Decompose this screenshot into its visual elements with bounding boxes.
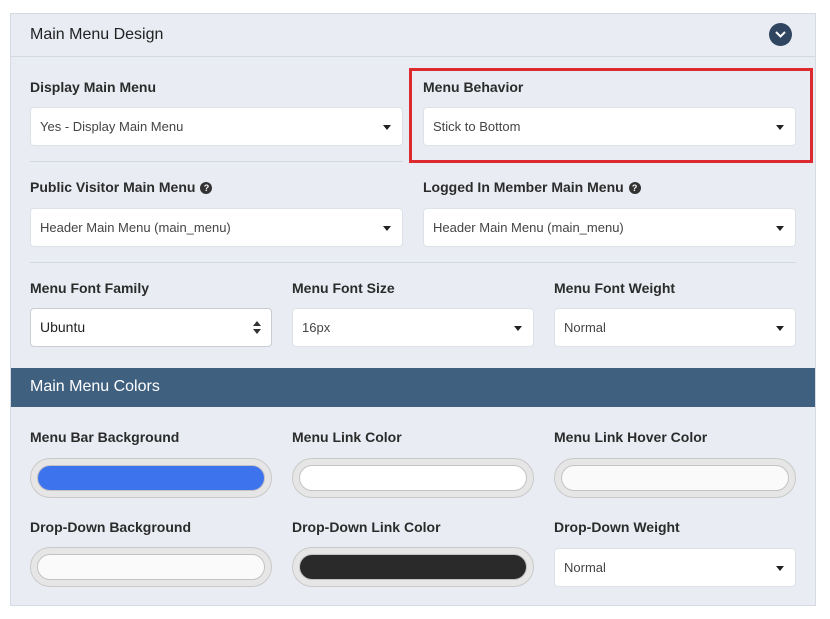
logged-in-member-menu-select[interactable]: Header Main Menu (main_menu): [423, 208, 796, 247]
caret-down-icon: [776, 566, 784, 571]
main-menu-design-panel: Main Menu Design Display Main Menu Yes -…: [10, 13, 816, 606]
display-main-menu-value: Yes - Display Main Menu: [40, 119, 184, 134]
menu-font-weight-value: Normal: [564, 320, 606, 335]
menu-font-size-select[interactable]: 16px: [292, 308, 534, 347]
divider: [30, 161, 403, 162]
menu-bar-background-swatch: [37, 465, 265, 491]
menu-font-size-label: Menu Font Size: [292, 280, 395, 296]
dropdown-link-color-swatch: [299, 554, 527, 580]
dropdown-background-picker[interactable]: [30, 547, 272, 587]
dropdown-weight-value: Normal: [564, 560, 606, 575]
menu-font-weight-select[interactable]: Normal: [554, 308, 796, 347]
section-title: Main Menu Design: [30, 26, 164, 43]
dropdown-link-color-picker[interactable]: [292, 547, 534, 587]
menu-font-family-value: Ubuntu: [40, 319, 86, 335]
divider: [30, 262, 796, 263]
caret-down-icon: [776, 125, 784, 130]
main-menu-colors-header: Main Menu Colors: [11, 368, 815, 407]
menu-font-family-label: Menu Font Family: [30, 280, 149, 296]
help-icon[interactable]: ?: [200, 182, 213, 194]
display-main-menu-select[interactable]: Yes - Display Main Menu: [30, 107, 403, 146]
menu-bar-background-label: Menu Bar Background: [30, 429, 180, 445]
dropdown-background-swatch: [37, 554, 265, 580]
menu-link-hover-color-picker[interactable]: [554, 458, 796, 498]
section-header[interactable]: Main Menu Design: [11, 14, 815, 57]
menu-link-hover-color-label: Menu Link Hover Color: [554, 429, 708, 445]
caret-down-icon: [514, 326, 522, 331]
help-icon[interactable]: ?: [628, 182, 641, 194]
menu-link-color-picker[interactable]: [292, 458, 534, 498]
caret-down-icon: [383, 125, 391, 130]
menu-bar-background-picker[interactable]: [30, 458, 272, 498]
menu-behavior-value: Stick to Bottom: [433, 119, 521, 134]
public-visitor-menu-value: Header Main Menu (main_menu): [40, 220, 231, 235]
dropdown-background-label: Drop-Down Background: [30, 519, 191, 535]
menu-link-color-label: Menu Link Color: [292, 429, 402, 445]
menu-font-weight-label: Menu Font Weight: [554, 280, 676, 296]
caret-down-icon: [776, 226, 784, 231]
menu-font-family-select[interactable]: Ubuntu: [30, 308, 272, 347]
logged-in-member-menu-label: Logged In Member Main Menu?: [423, 179, 641, 195]
public-visitor-menu-label: Public Visitor Main Menu?: [30, 179, 213, 195]
menu-font-size-value: 16px: [302, 320, 331, 335]
menu-behavior-label: Menu Behavior: [423, 79, 524, 95]
up-down-arrows-icon: [253, 321, 261, 334]
menu-link-color-swatch: [299, 465, 527, 491]
caret-down-icon: [776, 326, 784, 331]
dropdown-weight-label: Drop-Down Weight: [554, 519, 680, 535]
dropdown-weight-select[interactable]: Normal: [554, 548, 796, 587]
logged-in-member-menu-value: Header Main Menu (main_menu): [433, 220, 624, 235]
public-visitor-menu-select[interactable]: Header Main Menu (main_menu): [30, 208, 403, 247]
menu-behavior-select[interactable]: Stick to Bottom: [423, 107, 796, 146]
dropdown-link-color-label: Drop-Down Link Color: [292, 519, 441, 535]
main-menu-colors-title: Main Menu Colors: [30, 378, 160, 395]
logged-in-member-menu-label-text: Logged In Member Main Menu: [423, 179, 624, 195]
public-visitor-menu-label-text: Public Visitor Main Menu: [30, 179, 196, 195]
display-main-menu-label: Display Main Menu: [30, 79, 157, 95]
menu-link-hover-color-swatch: [561, 465, 789, 491]
caret-down-icon: [383, 226, 391, 231]
chevron-down-icon[interactable]: [769, 23, 792, 46]
